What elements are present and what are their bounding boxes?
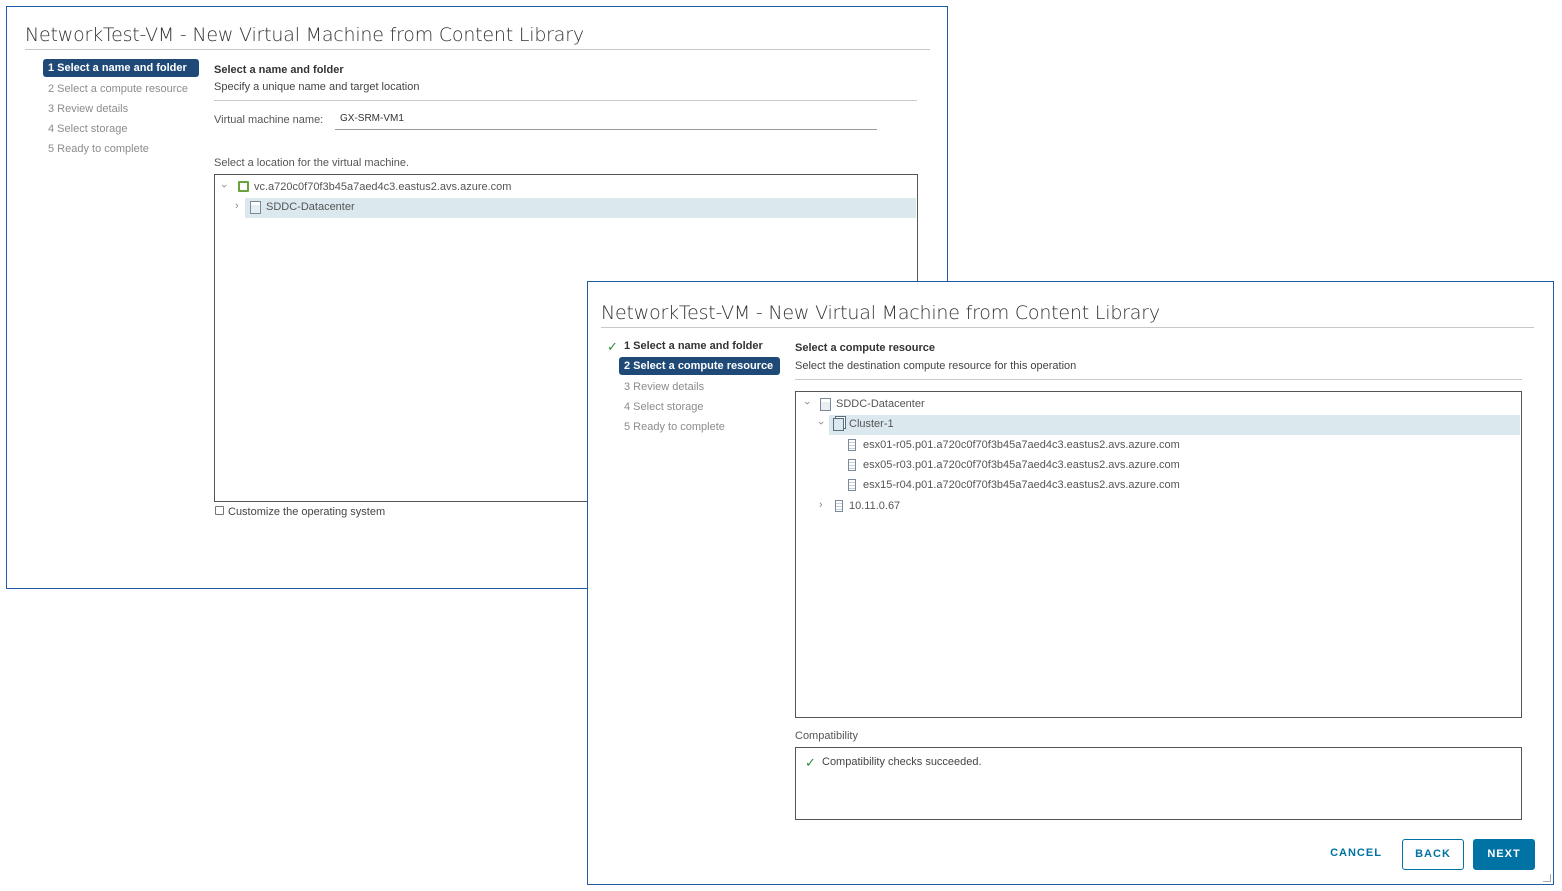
tree-node-sddc-datacenter[interactable]: › SDDC-Datacenter [797, 395, 1520, 415]
compatibility-panel: ✓ Compatibility checks succeeded. [795, 747, 1522, 820]
step-review-details: 3 Review details [624, 381, 705, 393]
step-select-storage: 4 Select storage [624, 401, 704, 413]
tree-node-host[interactable]: esx05-r03.p01.a720c0f70f3b45a7aed4c3.eas… [797, 456, 1520, 476]
tree-node-sddc-datacenter[interactable]: › SDDC-Datacenter [235, 198, 916, 218]
chevron-down-icon[interactable]: › [218, 184, 230, 188]
section-divider [214, 100, 917, 101]
chevron-right-icon[interactable]: › [819, 499, 823, 511]
next-button[interactable]: NEXT [1473, 839, 1535, 870]
dialog-select-compute-resource: NetworkTest-VM - New Virtual Machine fro… [587, 281, 1554, 885]
compute-resource-tree[interactable]: › SDDC-Datacenter › Cluster-1 esx01-r05.… [795, 391, 1522, 718]
title-divider [601, 327, 1534, 328]
step-ready-to-complete: 5 Ready to complete [624, 421, 725, 433]
customize-os-label: Customize the operating system [228, 506, 386, 518]
step-select-storage: 4 Select storage [48, 123, 128, 135]
datacenter-icon [250, 201, 261, 214]
vm-name-input[interactable]: GX-SRM-VM1 [335, 113, 877, 130]
customize-os-checkbox[interactable] [215, 506, 224, 515]
back-button[interactable]: BACK [1402, 839, 1464, 870]
vcenter-icon [238, 181, 249, 192]
step-select-name-and-folder[interactable]: 1 Select a name and folder [619, 337, 768, 355]
step-select-compute-resource[interactable]: 2 Select a compute resource [619, 357, 780, 375]
chevron-down-icon[interactable]: › [815, 421, 827, 425]
dialog-title: NetworkTest-VM - New Virtual Machine fro… [601, 302, 1160, 324]
cancel-button[interactable]: CANCEL [1324, 839, 1388, 870]
step-review-details: 3 Review details [48, 103, 129, 115]
tree-node-host-10-11-0-67[interactable]: › 10.11.0.67 [797, 497, 1520, 517]
vm-name-label: Virtual machine name: [214, 114, 324, 126]
cluster-icon [833, 418, 844, 431]
tree-node-host[interactable]: esx15-r04.p01.a720c0f70f3b45a7aed4c3.eas… [797, 476, 1520, 496]
step-select-name-and-folder[interactable]: 1 Select a name and folder [43, 59, 199, 77]
tree-node-label: 10.11.0.67 [849, 500, 901, 512]
datacenter-icon [820, 398, 831, 411]
tree-node-label: esx01-r05.p01.a720c0f70f3b45a7aed4c3.eas… [863, 439, 1180, 451]
section-subtitle: Specify a unique name and target locatio… [214, 81, 420, 93]
section-divider [795, 379, 1522, 380]
host-icon [848, 459, 856, 471]
section-title: Select a compute resource [795, 342, 936, 354]
tree-node-label: esx15-r04.p01.a720c0f70f3b45a7aed4c3.eas… [863, 479, 1180, 491]
host-icon [848, 479, 856, 491]
compatibility-message: Compatibility checks succeeded. [822, 756, 982, 768]
check-icon: ✓ [607, 339, 618, 354]
title-divider [25, 49, 930, 50]
tree-node-host[interactable]: esx01-r05.p01.a720c0f70f3b45a7aed4c3.eas… [797, 436, 1520, 456]
resize-handle[interactable] [1543, 874, 1551, 882]
step-ready-to-complete: 5 Ready to complete [48, 143, 149, 155]
tree-node-label: SDDC-Datacenter [836, 398, 925, 410]
section-subtitle: Select the destination compute resource … [795, 360, 1077, 372]
tree-node-vcenter[interactable]: › vc.a720c0f70f3b45a7aed4c3.eastus2.avs.… [216, 178, 916, 198]
host-icon [848, 439, 856, 451]
chevron-down-icon[interactable]: › [801, 401, 813, 405]
compatibility-label: Compatibility [795, 730, 858, 742]
chevron-right-icon[interactable]: › [235, 200, 239, 212]
host-icon [835, 500, 843, 512]
dialog-title: NetworkTest-VM - New Virtual Machine fro… [25, 24, 584, 46]
section-title: Select a name and folder [214, 64, 344, 76]
tree-node-label: Cluster-1 [849, 418, 894, 430]
step-select-compute-resource: 2 Select a compute resource [48, 83, 189, 95]
tree-node-label: SDDC-Datacenter [266, 201, 355, 213]
check-icon: ✓ [805, 755, 816, 770]
location-label: Select a location for the virtual machin… [214, 157, 410, 169]
tree-node-cluster-1[interactable]: › Cluster-1 [815, 415, 1520, 435]
tree-node-label: esx05-r03.p01.a720c0f70f3b45a7aed4c3.eas… [863, 459, 1180, 471]
tree-node-label: vc.a720c0f70f3b45a7aed4c3.eastus2.avs.az… [254, 181, 512, 193]
